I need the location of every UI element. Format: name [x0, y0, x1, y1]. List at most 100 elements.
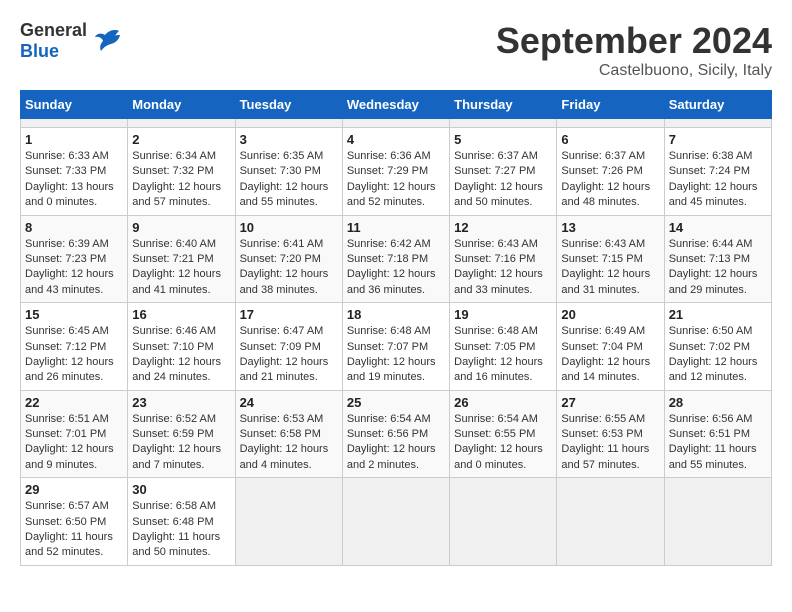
- col-friday: Friday: [557, 91, 664, 119]
- title-block: September 2024 Castelbuono, Sicily, Ital…: [496, 20, 772, 80]
- calendar-cell: 7 Sunrise: 6:38 AMSunset: 7:24 PMDaylight…: [664, 128, 771, 216]
- day-info: Sunrise: 6:56 AMSunset: 6:51 PMDaylight:…: [669, 412, 767, 474]
- day-info: Sunrise: 6:57 AM Sunset: 6:50 PM Daylight:…: [25, 499, 123, 561]
- day-info: Sunrise: 6:45 AMSunset: 7:12 PMDaylight:…: [25, 324, 123, 386]
- sunrise-text: Sunrise: 6:42 AM: [347, 238, 431, 250]
- calendar-cell: 22Sunrise: 6:51 AMSunset: 7:01 PMDayligh…: [21, 390, 128, 478]
- calendar-cell: 28 Sunrise: 6:56 AMSunset: 6:51 PMDayligh…: [664, 390, 771, 478]
- sunset-text: Sunset: 7:33 PM: [25, 165, 106, 177]
- logo-general: General: [20, 20, 87, 41]
- daylight-text: Daylight: 12 hours and 33 minutes.: [454, 268, 543, 295]
- sunrise-text: Sunrise: 6:57 AM: [25, 500, 109, 512]
- day-info: Sunrise: 6:38 AMSunset: 7:24 PMDaylight:…: [669, 149, 767, 211]
- sunrise-text: Sunrise: 6:47 AM: [240, 325, 324, 337]
- daylight-text: Daylight: 12 hours and 16 minutes.: [454, 356, 543, 383]
- sunset-text: Sunset: 7:23 PM: [25, 253, 106, 265]
- col-monday: Monday: [128, 91, 235, 119]
- daylight-text: Daylight: 12 hours and 21 minutes.: [240, 356, 329, 383]
- calendar-cell: 25Sunrise: 6:54 AMSunset: 6:56 PMDayligh…: [342, 390, 449, 478]
- day-number: 17: [240, 307, 338, 322]
- day-info: Sunrise: 6:54 AMSunset: 6:56 PMDaylight:…: [347, 412, 445, 474]
- day-info: Sunrise: 6:43 AMSunset: 7:15 PMDaylight:…: [561, 237, 659, 299]
- sunset-text: Sunset: 7:32 PM: [132, 165, 213, 177]
- daylight-text: Daylight: 12 hours and 36 minutes.: [347, 268, 436, 295]
- location: Castelbuono, Sicily, Italy: [496, 62, 772, 80]
- day-info: Sunrise: 6:35 AMSunset: 7:30 PMDaylight:…: [240, 149, 338, 211]
- sunset-text: Sunset: 7:15 PM: [561, 253, 642, 265]
- calendar-week-5: 29Sunrise: 6:57 AMSunset: 6:50 PMDayligh…: [21, 478, 772, 566]
- daylight-text: Daylight: 12 hours and 55 minutes.: [240, 181, 329, 208]
- calendar-cell: 11Sunrise: 6:42 AMSunset: 7:18 PMDayligh…: [342, 215, 449, 303]
- sunset-text: Sunset: 7:27 PM: [454, 165, 535, 177]
- calendar-cell: [235, 478, 342, 566]
- daylight-text: Daylight: 12 hours and 50 minutes.: [454, 181, 543, 208]
- sunset-text: Sunset: 6:56 PM: [347, 428, 428, 440]
- sunrise-text: Sunrise: 6:44 AM: [669, 238, 753, 250]
- day-number: 3: [240, 132, 338, 147]
- day-info: Sunrise: 6:44 AM Sunset: 7:13 PM Daylight:…: [669, 237, 767, 299]
- sunrise-text: Sunrise: 6:36 AM: [347, 150, 431, 162]
- sunrise-text: Sunrise: 6:49 AM: [561, 325, 645, 337]
- daylight-text: Daylight: 12 hours and 31 minutes.: [561, 268, 650, 295]
- sunset-text: Sunset: 7:07 PM: [347, 341, 428, 353]
- daylight-text: Daylight: 12 hours and 4 minutes.: [240, 443, 329, 470]
- day-number: 15: [25, 307, 123, 322]
- day-info: Sunrise: 6:53 AM Sunset: 6:58 PM Daylight:…: [240, 412, 338, 474]
- day-number: 1: [25, 132, 123, 147]
- day-info: Sunrise: 6:50 AMSunset: 7:02 PMDaylight:…: [669, 324, 767, 386]
- logo-blue: Blue: [20, 41, 87, 62]
- col-tuesday: Tuesday: [235, 91, 342, 119]
- calendar-cell: [557, 478, 664, 566]
- sunset-text: Sunset: 6:50 PM: [25, 516, 106, 528]
- day-number: 7: [669, 132, 767, 147]
- calendar-cell: [21, 119, 128, 128]
- sunrise-text: Sunrise: 6:56 AM: [669, 413, 753, 425]
- sunset-text: Sunset: 7:18 PM: [347, 253, 428, 265]
- sunset-text: Sunset: 6:55 PM: [454, 428, 535, 440]
- daylight-text: Daylight: 12 hours and 0 minutes.: [454, 443, 543, 470]
- day-number: 26: [454, 395, 552, 410]
- day-number: 19: [454, 307, 552, 322]
- daylight-text: Daylight: 12 hours and 43 minutes.: [25, 268, 114, 295]
- calendar-cell: 29Sunrise: 6:57 AMSunset: 6:50 PMDayligh…: [21, 478, 128, 566]
- sunrise-text: Sunrise: 6:37 AM: [454, 150, 538, 162]
- calendar-cell: [450, 119, 557, 128]
- calendar-cell: [128, 119, 235, 128]
- sunrise-text: Sunrise: 6:53 AM: [240, 413, 324, 425]
- calendar-cell: 10 Sunrise: 6:41 AMSunset: 7:20 PMDayligh…: [235, 215, 342, 303]
- daylight-text: Daylight: 12 hours and 38 minutes.: [240, 268, 329, 295]
- day-info: Sunrise: 6:39 AMSunset: 7:23 PMDaylight:…: [25, 237, 123, 299]
- daylight-text: Daylight: 11 hours and 52 minutes.: [25, 531, 113, 558]
- day-number: 21: [669, 307, 767, 322]
- day-number: 28: [669, 395, 767, 410]
- day-info: Sunrise: 6:37 AM Sunset: 7:27 PM Daylight:…: [454, 149, 552, 211]
- col-saturday: Saturday: [664, 91, 771, 119]
- sunset-text: Sunset: 7:13 PM: [669, 253, 750, 265]
- calendar-header: Sunday Monday Tuesday Wednesday Thursday…: [21, 91, 772, 119]
- calendar-cell: 18Sunrise: 6:48 AMSunset: 7:07 PMDayligh…: [342, 303, 449, 391]
- sunrise-text: Sunrise: 6:46 AM: [132, 325, 216, 337]
- day-info: Sunrise: 6:41 AMSunset: 7:20 PMDaylight:…: [240, 237, 338, 299]
- day-info: Sunrise: 6:58 AMSunset: 6:48 PMDaylight:…: [132, 499, 230, 561]
- day-info: Sunrise: 6:48 AMSunset: 7:05 PMDaylight:…: [454, 324, 552, 386]
- sunrise-text: Sunrise: 6:55 AM: [561, 413, 645, 425]
- bird-icon: [91, 25, 123, 57]
- day-number: 10: [240, 220, 338, 235]
- day-number: 13: [561, 220, 659, 235]
- sunset-text: Sunset: 6:58 PM: [240, 428, 321, 440]
- calendar-cell: 12Sunrise: 6:43 AMSunset: 7:16 PMDayligh…: [450, 215, 557, 303]
- daylight-text: Daylight: 12 hours and 29 minutes.: [669, 268, 758, 295]
- day-number: 14: [669, 220, 767, 235]
- sunrise-text: Sunrise: 6:52 AM: [132, 413, 216, 425]
- sunrise-text: Sunrise: 6:51 AM: [25, 413, 109, 425]
- day-number: 8: [25, 220, 123, 235]
- col-thursday: Thursday: [450, 91, 557, 119]
- daylight-text: Daylight: 12 hours and 2 minutes.: [347, 443, 436, 470]
- sunrise-text: Sunrise: 6:50 AM: [669, 325, 753, 337]
- daylight-text: Daylight: 12 hours and 12 minutes.: [669, 356, 758, 383]
- sunrise-text: Sunrise: 6:40 AM: [132, 238, 216, 250]
- day-number: 22: [25, 395, 123, 410]
- calendar-cell: 30Sunrise: 6:58 AMSunset: 6:48 PMDayligh…: [128, 478, 235, 566]
- daylight-text: Daylight: 12 hours and 9 minutes.: [25, 443, 114, 470]
- sunset-text: Sunset: 7:09 PM: [240, 341, 321, 353]
